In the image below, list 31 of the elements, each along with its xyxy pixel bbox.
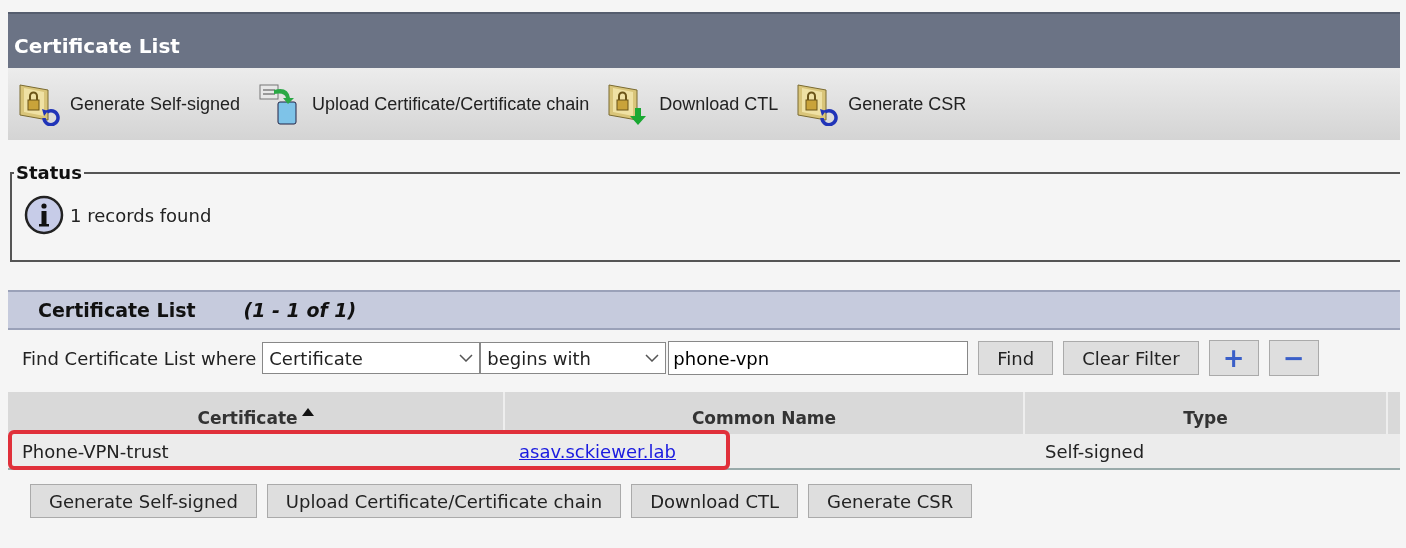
filter-button[interactable]: Clear Filter (1063, 341, 1199, 375)
filter-button[interactable]: Find (978, 341, 1054, 375)
filter-label: Find Certificate List where (22, 347, 257, 369)
field-select[interactable]: Certificate (262, 342, 481, 374)
action-button[interactable]: Generate CSR (808, 484, 973, 518)
operator-select[interactable]: begins with (480, 342, 667, 374)
page-title: Certificate List (8, 12, 1400, 68)
status-legend: Status (14, 162, 84, 183)
table-cell-text: Phone-VPN-trust (21, 440, 170, 462)
info-icon (24, 195, 64, 235)
add-button[interactable]: + (1208, 340, 1259, 376)
lock-folder-refresh-icon (796, 82, 841, 126)
chevron-icon (645, 354, 660, 362)
action-button[interactable]: Upload Certificate/Certificate chain (266, 484, 622, 518)
action-button[interactable]: Download CTL (631, 484, 798, 518)
table-row[interactable]: Phone-VPN-trust asav.sckiewer.lab Self-signed (8, 434, 1400, 470)
search-field[interactable]: phone-vpn (668, 341, 969, 375)
chevron-icon (459, 354, 474, 362)
toolbar-button[interactable]: Generate Self-signed (18, 82, 241, 126)
list-title: Certificate List (38, 299, 196, 321)
remove-button[interactable]: − (1268, 340, 1319, 376)
toolbar-button[interactable]: Download CTL (607, 82, 779, 126)
status-message: 1 records found (70, 204, 212, 226)
action-button[interactable]: Generate Self-signed (30, 484, 257, 518)
lock-folder-refresh-icon (18, 82, 62, 126)
common-name-link[interactable]: asav.sckiewer.lab (519, 440, 676, 462)
sort-up-icon (301, 408, 314, 416)
toolbar-button[interactable]: Upload Certificate/Certificate chain (258, 82, 590, 126)
table-cell-text: Self-signed (1044, 440, 1146, 462)
record-range: (1 - 1 of 1) (243, 299, 357, 321)
toolbar-button[interactable]: Generate CSR (796, 82, 967, 126)
